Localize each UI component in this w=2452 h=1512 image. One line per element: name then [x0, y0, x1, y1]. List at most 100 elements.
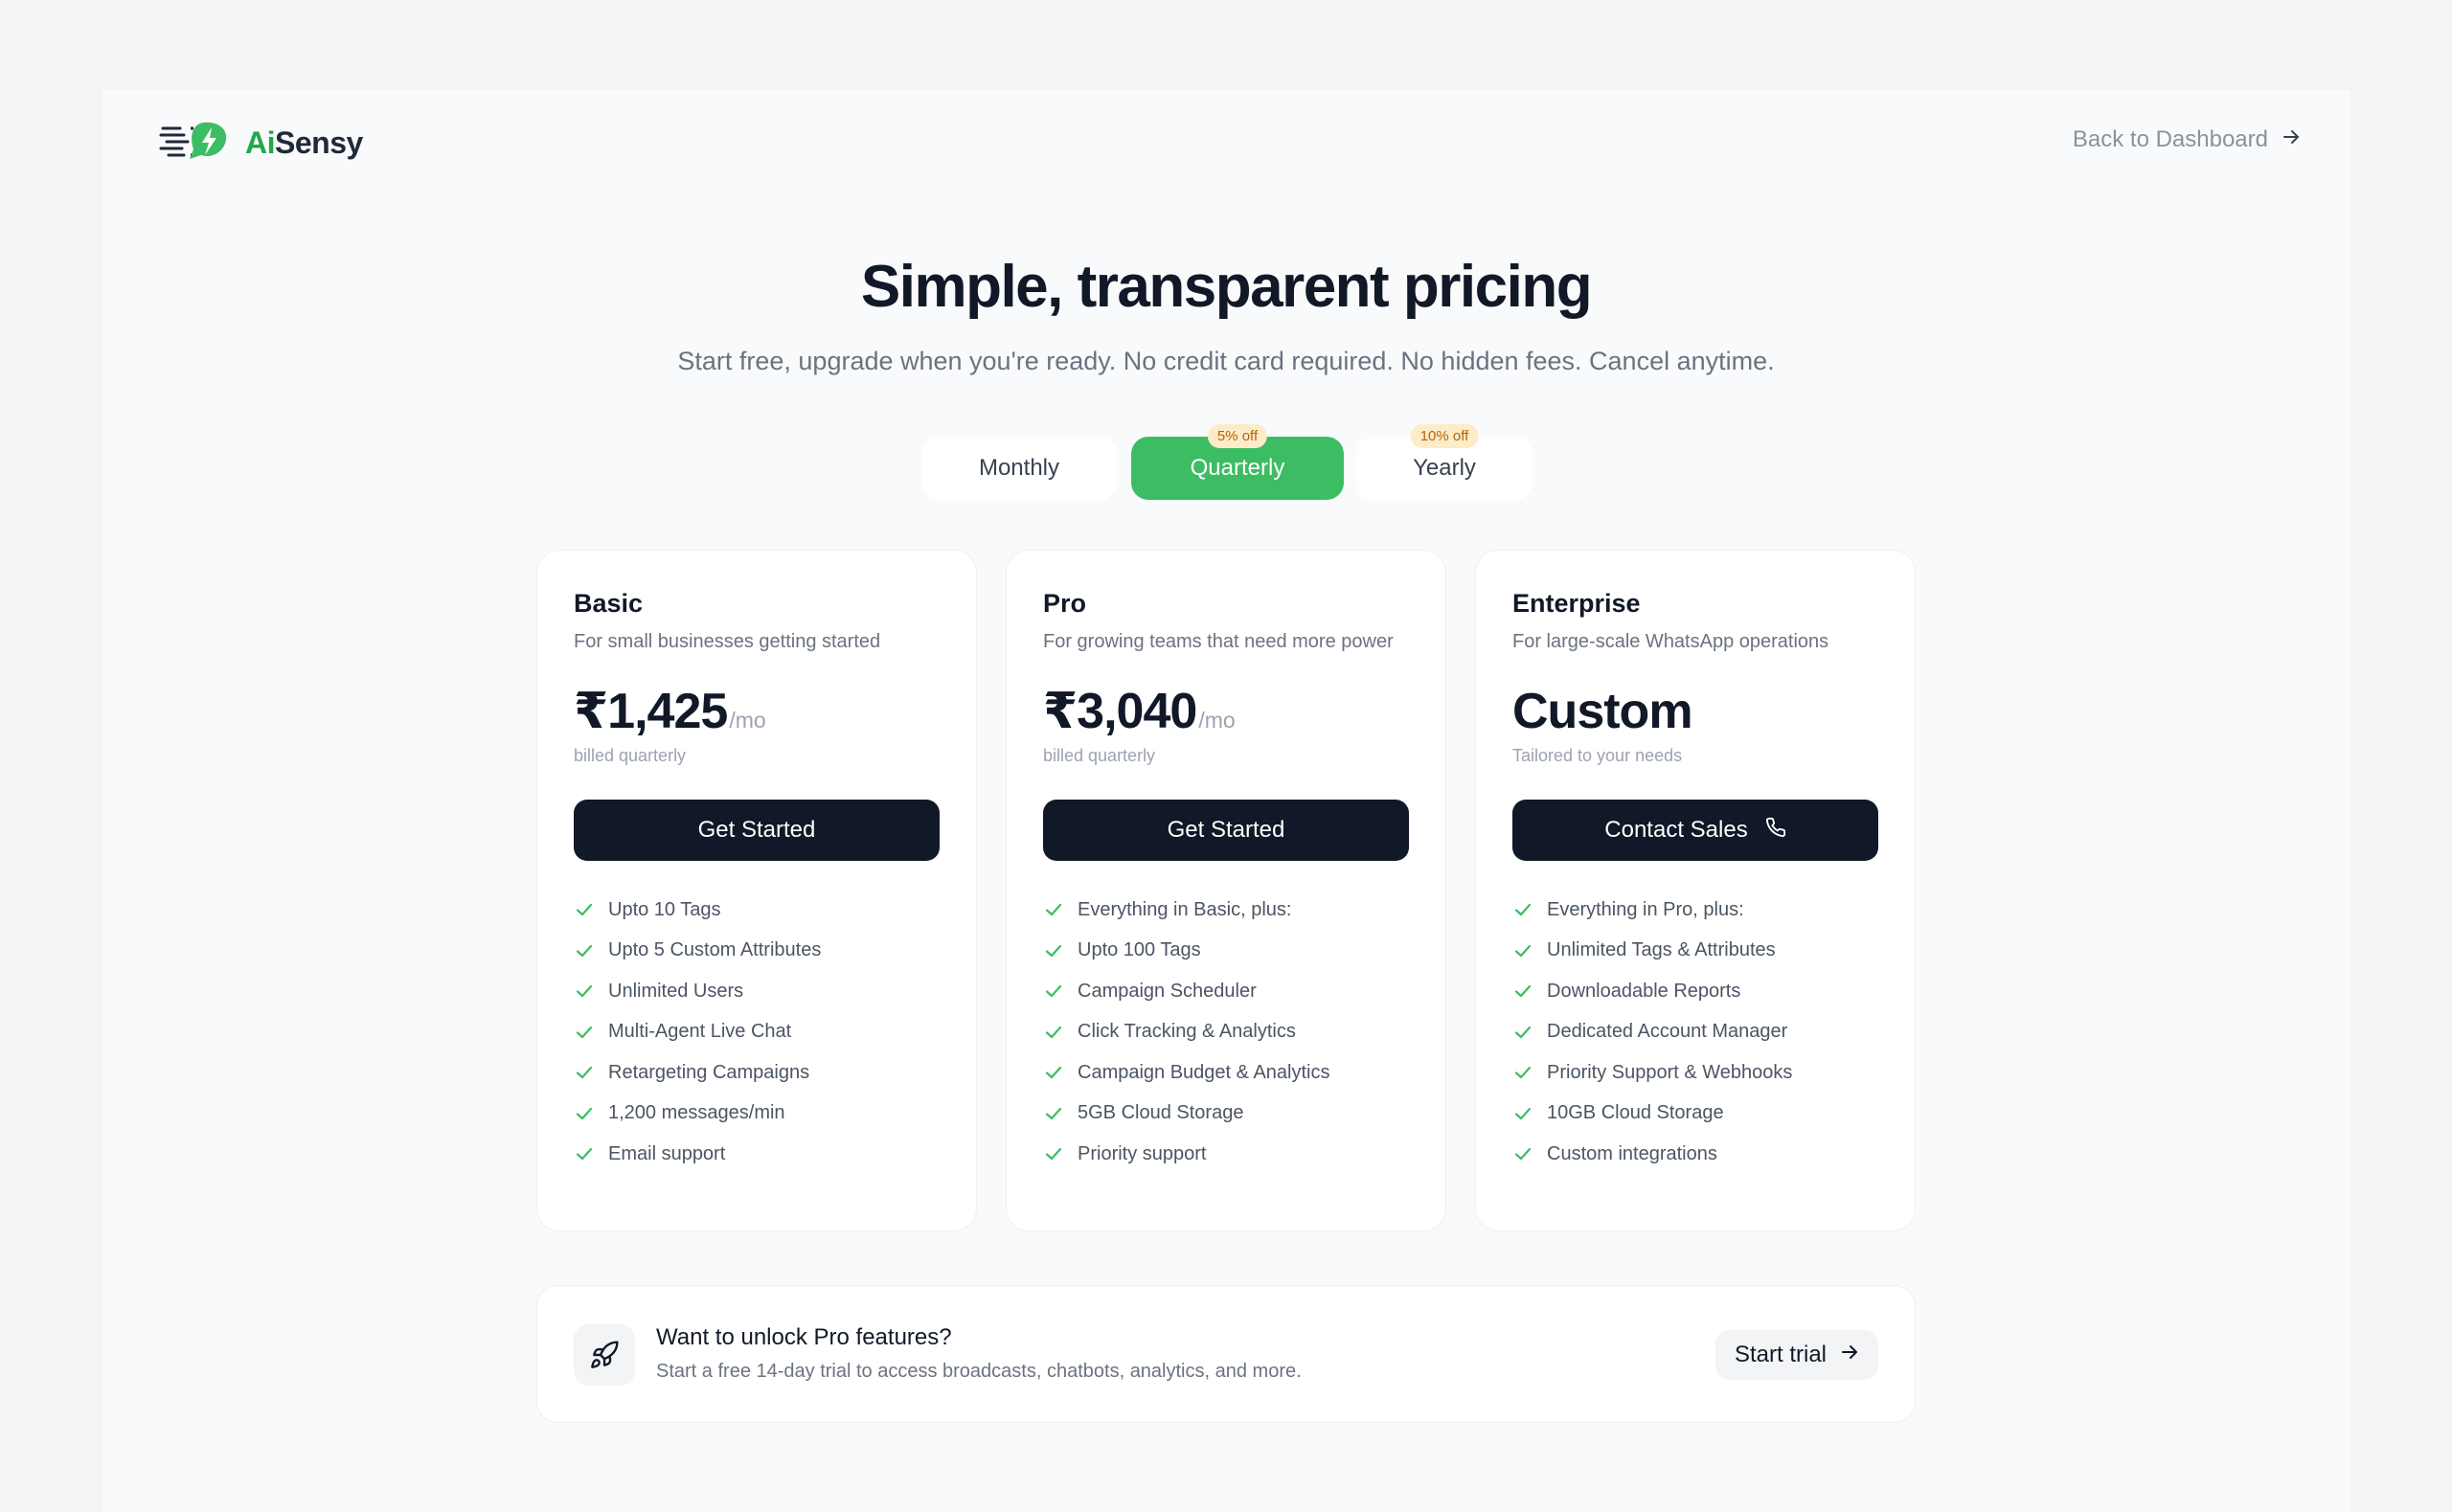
trial-title: Want to unlock Pro features?: [656, 1324, 952, 1350]
feature-item: Unlimited Users: [574, 971, 821, 1012]
feature-item: 1,200 messages/min: [574, 1094, 821, 1135]
feature-text: Priority support: [1078, 1142, 1207, 1164]
page-title: Simple, transparent pricing: [860, 254, 1593, 320]
feature-item: Email support: [574, 1134, 821, 1175]
check-icon: [574, 1022, 595, 1043]
check-icon: [1512, 899, 1533, 920]
feature-item: Upto 100 Tags: [1043, 931, 1330, 972]
plan-price: Custom: [1512, 683, 1693, 740]
feature-text: Dedicated Account Manager: [1547, 1021, 1788, 1043]
back-to-dashboard-label: Back to Dashboard: [2072, 126, 2268, 152]
feature-item: 5GB Cloud Storage: [1043, 1094, 1330, 1135]
check-icon: [574, 1143, 595, 1164]
plan-description: For growing teams that need more power: [1043, 631, 1394, 652]
billing-note: billed quarterly: [1043, 746, 1156, 765]
aisensy-logo-icon: [159, 119, 241, 168]
check-icon: [1043, 1022, 1064, 1043]
feature-list: Everything in Basic, plus: Upto 100 Tags…: [1043, 890, 1330, 1175]
check-icon: [1512, 1143, 1533, 1164]
feature-text: Retargeting Campaigns: [608, 1061, 810, 1083]
feature-text: Multi-Agent Live Chat: [608, 1021, 792, 1043]
pricing-page: AiSensy Back to Dashboard Simple, transp…: [102, 90, 2350, 1512]
feature-item: Multi-Agent Live Chat: [574, 1012, 821, 1053]
plan-name: Pro: [1043, 589, 1087, 618]
check-icon: [1043, 1062, 1064, 1083]
cta-label: Contact Sales: [1604, 817, 1748, 843]
feature-text: Campaign Budget & Analytics: [1078, 1061, 1330, 1083]
billing-option-quarterly[interactable]: 5% off Quarterly: [1131, 424, 1344, 500]
cta-label: Get Started: [697, 817, 816, 843]
arrow-right-icon: [1840, 1342, 1859, 1368]
feature-item: Campaign Budget & Analytics: [1043, 1052, 1330, 1094]
rocket-icon: [574, 1324, 635, 1386]
brand-name: AiSensy: [245, 125, 363, 160]
feature-item: Priority support: [1043, 1134, 1330, 1175]
get-started-button[interactable]: Get Started: [574, 800, 940, 861]
check-icon: [1512, 981, 1533, 1002]
check-icon: [1043, 1143, 1064, 1164]
plan-price: ₹1,425 /mo: [574, 683, 766, 740]
feature-list: Everything in Pro, plus: Unlimited Tags …: [1512, 890, 1792, 1175]
arrow-right-icon: [2282, 126, 2301, 153]
check-icon: [1043, 1103, 1064, 1124]
feature-item: Upto 5 Custom Attributes: [574, 931, 821, 972]
plan-description: For large-scale WhatsApp operations: [1512, 631, 1829, 652]
trial-banner: Want to unlock Pro features? Start a fre…: [536, 1285, 1916, 1423]
check-icon: [574, 940, 595, 961]
feature-item: Dedicated Account Manager: [1512, 1012, 1792, 1053]
start-trial-button[interactable]: Start trial: [1715, 1330, 1878, 1380]
feature-text: Priority Support & Webhooks: [1547, 1061, 1793, 1083]
billing-option-yearly[interactable]: 10% off Yearly: [1356, 424, 1532, 500]
feature-item: Upto 10 Tags: [574, 890, 821, 931]
price-amount: ₹3,040: [1043, 684, 1197, 739]
feature-text: Unlimited Tags & Attributes: [1547, 939, 1776, 961]
feature-text: Unlimited Users: [608, 980, 744, 1002]
plan-description: For small businesses getting started: [574, 631, 881, 652]
feature-text: 1,200 messages/min: [608, 1102, 785, 1124]
phone-icon: [1765, 817, 1786, 845]
feature-item: Downloadable Reports: [1512, 971, 1792, 1012]
discount-badge: 5% off: [1207, 424, 1268, 448]
check-icon: [1043, 981, 1064, 1002]
check-icon: [574, 1062, 595, 1083]
feature-item: Custom integrations: [1512, 1134, 1792, 1175]
feature-list: Upto 10 Tags Upto 5 Custom Attributes Un…: [574, 890, 821, 1175]
feature-text: Campaign Scheduler: [1078, 980, 1257, 1002]
billing-note: billed quarterly: [574, 746, 687, 765]
feature-text: 5GB Cloud Storage: [1078, 1102, 1244, 1124]
billing-option-label: Monthly: [978, 455, 1060, 481]
feature-item: Retargeting Campaigns: [574, 1052, 821, 1094]
feature-text: Click Tracking & Analytics: [1078, 1021, 1296, 1043]
billing-option-monthly[interactable]: Monthly: [921, 437, 1117, 500]
plan-name: Basic: [574, 589, 644, 618]
brand-logo[interactable]: AiSensy: [159, 119, 363, 168]
price-period: /mo: [729, 708, 766, 733]
price-amount: Custom: [1512, 684, 1693, 739]
feature-text: Upto 100 Tags: [1078, 939, 1201, 961]
discount-badge: 10% off: [1410, 424, 1479, 448]
check-icon: [574, 899, 595, 920]
feature-text: Email support: [608, 1142, 726, 1164]
feature-item: Unlimited Tags & Attributes: [1512, 931, 1792, 972]
cta-label: Get Started: [1167, 817, 1285, 843]
page-subtitle: Start free, upgrade when you're ready. N…: [677, 347, 1775, 375]
contact-sales-button[interactable]: Contact Sales: [1512, 800, 1878, 861]
feature-text: Upto 5 Custom Attributes: [608, 939, 822, 961]
feature-item: Everything in Pro, plus:: [1512, 890, 1792, 931]
check-icon: [1043, 940, 1064, 961]
trial-subtitle: Start a free 14-day trial to access broa…: [656, 1361, 1302, 1382]
check-icon: [1512, 1022, 1533, 1043]
check-icon: [1512, 1062, 1533, 1083]
back-to-dashboard-link[interactable]: Back to Dashboard: [2073, 126, 2301, 153]
billing-note: Tailored to your needs: [1512, 746, 1683, 765]
check-icon: [574, 1103, 595, 1124]
get-started-button[interactable]: Get Started: [1043, 800, 1409, 861]
feature-text: Downloadable Reports: [1547, 980, 1741, 1002]
feature-item: Click Tracking & Analytics: [1043, 1012, 1330, 1053]
plan-card-enterprise: Enterprise For large-scale WhatsApp oper…: [1475, 550, 1916, 1231]
feature-item: Everything in Basic, plus:: [1043, 890, 1330, 931]
plan-price: ₹3,040 /mo: [1043, 683, 1236, 740]
feature-item: 10GB Cloud Storage: [1512, 1094, 1792, 1135]
plan-card-pro: Pro For growing teams that need more pow…: [1006, 550, 1446, 1231]
billing-option-label: Quarterly: [1190, 455, 1285, 481]
